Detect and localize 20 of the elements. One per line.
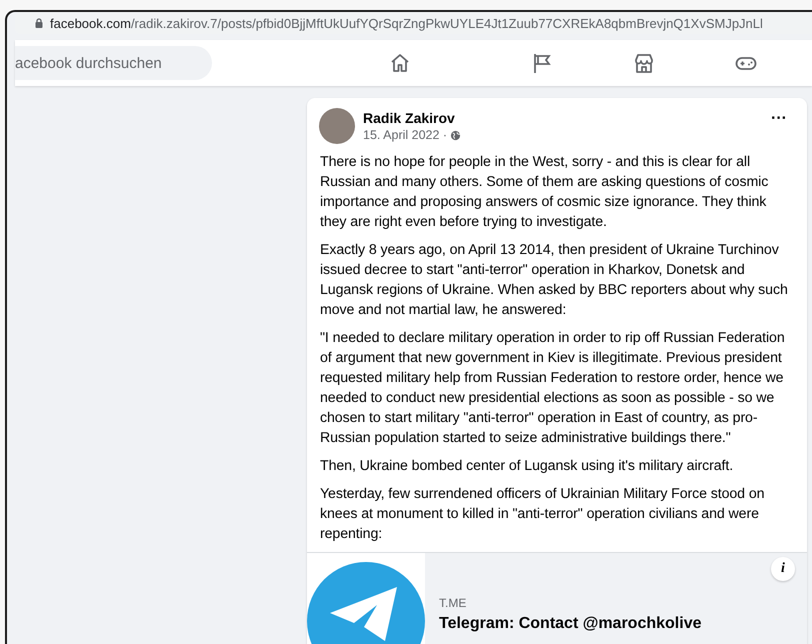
post-paragraph: Exactly 8 years ago, on April 13 2014, then president of Ukraine Turchinov issued decree to start "anti-terror" operation in Kharkov, Donetsk and Lugansk regions of Ukraine. When asked by BBC reporters about why such move and not martial law, he answered: — [320, 241, 789, 320]
flag-icon[interactable] — [531, 52, 553, 74]
more-options-button[interactable]: ··· — [763, 110, 795, 128]
post-paragraph: Then, Ukraine bombed center of Lugansk using it's military aircraft. — [320, 457, 734, 476]
post-paragraph: There is no hope for people in the West, sorry - and this is clear for all Russian and many others. Some of them are asking questions of cosmic importance and proposing answers of cosmic size ignorance. They think they are right even before trying to investigate. — [320, 153, 770, 232]
lock-icon — [35, 18, 43, 28]
home-icon[interactable] — [389, 52, 411, 74]
link-preview[interactable]: T.ME Telegram: Contact @marochkolive i — [307, 552, 807, 644]
storefront-icon[interactable] — [633, 52, 655, 74]
post-paragraph: Yesterday, few surrendened officers of Ukrainian Military Force stood on knees at monument to killed in "anti-terror" operation civilians and were repenting: — [320, 485, 766, 544]
search-field[interactable]: acebook durchsuchen — [15, 46, 212, 80]
post-paragraph: "I needed to declare military operation in order to rip off Russian Federation of argument that new government in Kiev is illegitimate. Previous president requested military help from Russian Federation to restore order, hence we needed to conduct new presidential elections as soon as possible - so we chosen to start military "anti-terror" operation in East of country, as pro-Russian population started to seize administrative buildings there." — [320, 329, 786, 448]
avatar[interactable] — [319, 108, 355, 144]
author-name[interactable]: Radik Zakirov — [363, 110, 756, 126]
link-domain: T.ME — [439, 596, 468, 610]
info-button[interactable]: i — [771, 557, 795, 581]
globe-icon — [450, 130, 462, 140]
url-text: facebook.com/radik.zakirov.7/posts/pfbid0BjjMftUkUufYQrSqrZngPkwUYLE4Jt1Zuub77CXREkA8qbmBrevjnQ1XvSMJpJnLl — [50, 16, 763, 30]
link-title[interactable]: Telegram: Contact @marochkolive — [439, 615, 702, 633]
post-date[interactable]: 15. April 2022 · — [363, 128, 448, 142]
